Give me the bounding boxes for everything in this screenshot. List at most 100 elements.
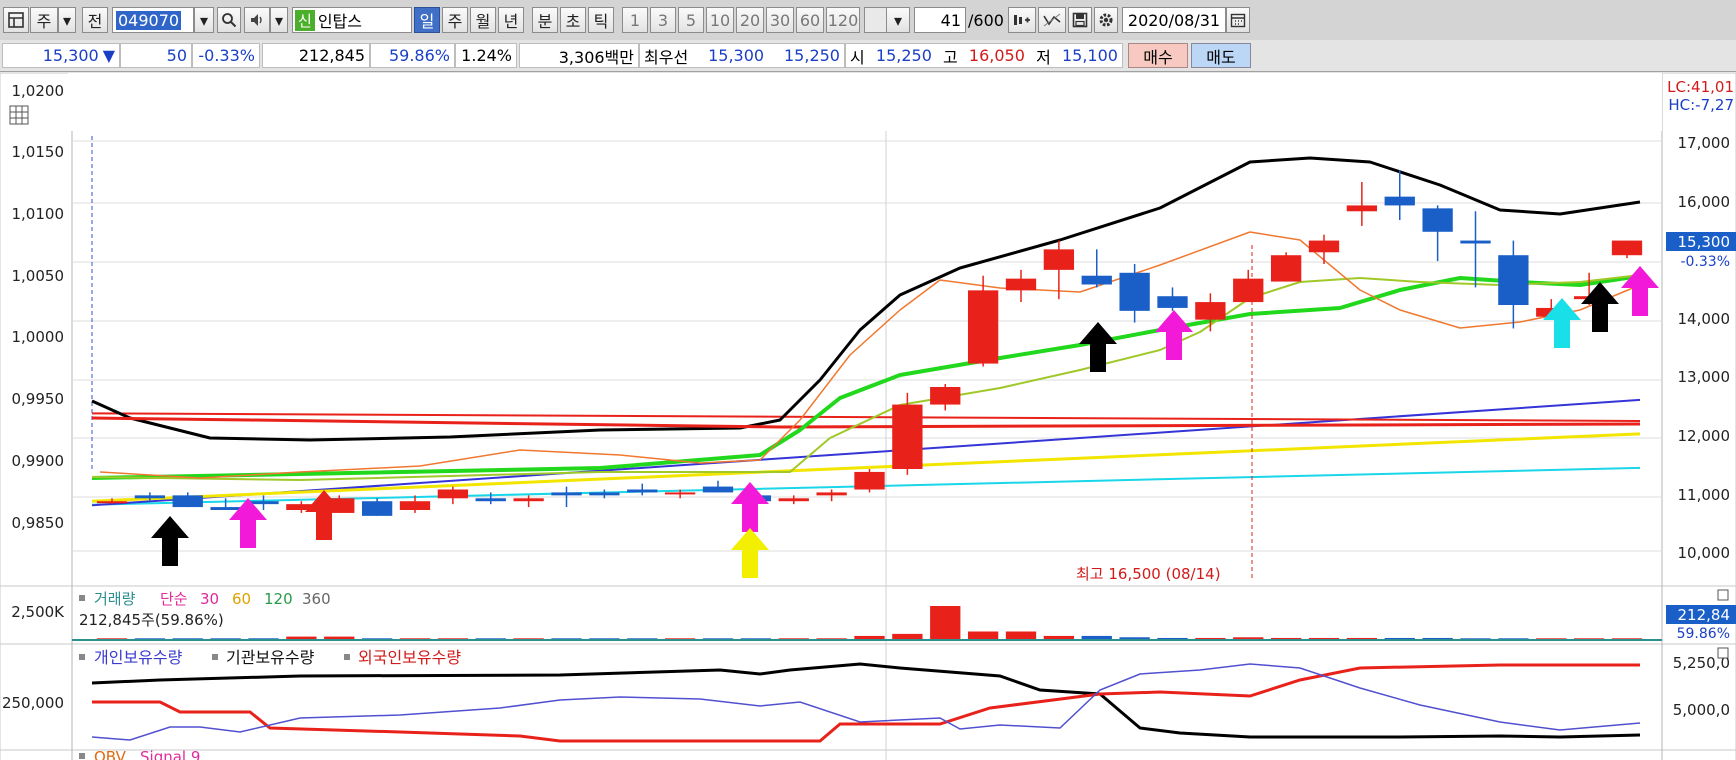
interval-10-label: 10 bbox=[709, 10, 731, 30]
calendar-icon[interactable] bbox=[1226, 7, 1250, 33]
candle-body bbox=[1422, 208, 1453, 232]
custom-interval-dropdown-icon[interactable]: ▾ bbox=[886, 7, 910, 33]
right-axis-label: 17,000 bbox=[1678, 134, 1731, 152]
volume-panel bbox=[0, 585, 1736, 645]
legend-marker bbox=[79, 753, 85, 759]
tab-minute[interactable]: 분 bbox=[532, 7, 558, 33]
candle-body bbox=[1081, 275, 1112, 285]
volume-bar bbox=[930, 606, 961, 640]
speaker-icon[interactable] bbox=[244, 7, 270, 33]
trade-volume-value: 212,845 bbox=[298, 46, 365, 65]
low-label: 저 bbox=[1036, 47, 1051, 67]
stock-name-field[interactable]: 신 인탑스 bbox=[292, 7, 412, 33]
candle-body bbox=[210, 507, 241, 510]
candle-body bbox=[172, 495, 203, 508]
buy-button-label: 매수 bbox=[1143, 47, 1173, 67]
period-kind-dropdown-icon[interactable]: ▾ bbox=[58, 7, 76, 33]
high-price: 16,050 bbox=[968, 46, 1025, 65]
price-change-value: 50 bbox=[166, 46, 187, 65]
volume-ma-120: 120 bbox=[264, 590, 293, 608]
change-arrow-icon: ▼ bbox=[102, 46, 115, 65]
candle-body bbox=[1157, 296, 1188, 308]
interval-60-label: 60 bbox=[799, 10, 821, 30]
right-axis-label: 16,000 bbox=[1678, 193, 1731, 211]
left-axis-label: 0,9850 bbox=[12, 514, 65, 532]
interval-20[interactable]: 20 bbox=[736, 7, 764, 33]
stock-code-dropdown-icon[interactable]: ▾ bbox=[194, 7, 214, 33]
tab-day-label: 일 bbox=[419, 12, 435, 31]
interval-5[interactable]: 5 bbox=[678, 7, 704, 33]
interval-30[interactable]: 30 bbox=[766, 7, 794, 33]
obv-panel bbox=[0, 749, 1736, 760]
interval-30-label: 30 bbox=[769, 10, 791, 30]
holding-panel-close-icon[interactable] bbox=[1717, 647, 1729, 659]
period-kind-select[interactable]: 주 bbox=[30, 7, 58, 33]
volume-bar bbox=[1005, 631, 1037, 640]
candle-body bbox=[399, 501, 431, 510]
volume-tag-value: 212,84 bbox=[1678, 606, 1731, 624]
interval-60[interactable]: 60 bbox=[796, 7, 824, 33]
volume-panel-close-icon[interactable] bbox=[1717, 589, 1729, 601]
data-count-input[interactable]: 41 bbox=[914, 7, 966, 33]
tab-tick-label: 틱 bbox=[593, 12, 609, 31]
indicator-add-icon[interactable] bbox=[1008, 7, 1036, 33]
lc-label: LC:41,01 bbox=[1667, 78, 1734, 96]
table-icon[interactable] bbox=[9, 105, 29, 125]
tab-month[interactable]: 월 bbox=[470, 7, 496, 33]
tab-tick[interactable]: 틱 bbox=[588, 7, 614, 33]
candle-body bbox=[1195, 302, 1226, 320]
candle-body bbox=[1270, 255, 1302, 282]
ohl-prices: 시 15,250 고 16,050 저 15,100 bbox=[845, 43, 1123, 68]
sell-button[interactable]: 매도 bbox=[1191, 43, 1251, 68]
prev-label: 전 bbox=[87, 12, 103, 31]
candle-body bbox=[1346, 205, 1378, 212]
interval-120[interactable]: 120 bbox=[826, 7, 860, 33]
speaker-dropdown-icon[interactable]: ▾ bbox=[270, 7, 288, 33]
candle-body bbox=[96, 501, 128, 504]
hc-label: HC:-7,27 bbox=[1668, 96, 1734, 114]
obv-signal-legend: Signal 9 bbox=[140, 748, 200, 760]
buy-button[interactable]: 매수 bbox=[1128, 43, 1188, 68]
tab-day[interactable]: 일 bbox=[414, 7, 440, 33]
chart-canvas[interactable]: 1,0200 1,0150 1,0100 1,0050 1,0000 0,995… bbox=[0, 72, 1736, 760]
holding-left-axis-label: 250,000 bbox=[2, 694, 64, 712]
volume-legend-simple: 단순 bbox=[160, 590, 188, 608]
trendline-icon[interactable] bbox=[1038, 7, 1066, 33]
candle-body bbox=[854, 471, 885, 490]
volume-ratio: 59.86% bbox=[370, 43, 455, 68]
save-icon[interactable] bbox=[1068, 7, 1092, 33]
price-change: 50 bbox=[120, 43, 192, 68]
candle-body bbox=[1005, 278, 1037, 291]
best-quote-label: 최우선 bbox=[644, 47, 689, 67]
date-input[interactable]: 2020/08/31 bbox=[1122, 7, 1226, 33]
candle-body bbox=[1119, 272, 1150, 311]
best-quote: 최우선 15,300 15,250 bbox=[639, 43, 845, 68]
candle-body bbox=[892, 404, 923, 469]
right-axis-label: 13,000 bbox=[1678, 368, 1731, 386]
candle-body bbox=[1460, 240, 1491, 244]
search-icon[interactable] bbox=[217, 7, 241, 33]
chart-menu-icon[interactable] bbox=[3, 7, 29, 33]
tab-second[interactable]: 초 bbox=[560, 7, 586, 33]
volume-ma-360: 360 bbox=[302, 590, 331, 608]
candle-body bbox=[930, 387, 961, 405]
holding-right-axis-label: 5,000,0 bbox=[1673, 701, 1730, 719]
interval-3[interactable]: 3 bbox=[650, 7, 676, 33]
high-label: 고 bbox=[943, 47, 958, 67]
tab-week[interactable]: 주 bbox=[442, 7, 468, 33]
candle-body bbox=[589, 492, 620, 496]
candle-body bbox=[967, 290, 999, 364]
stock-code-value: 049070 bbox=[116, 10, 182, 30]
candle-body bbox=[664, 492, 696, 495]
max-price-note: 최고 16,500 (08/14) bbox=[1076, 565, 1221, 583]
credit-badge: 신 bbox=[295, 9, 315, 31]
prev-button[interactable]: 전 bbox=[82, 7, 108, 33]
tab-year[interactable]: 년 bbox=[498, 7, 524, 33]
interval-1[interactable]: 1 bbox=[622, 7, 648, 33]
open-label: 시 bbox=[850, 47, 865, 67]
gear-icon[interactable] bbox=[1094, 7, 1118, 33]
interval-10[interactable]: 10 bbox=[706, 7, 734, 33]
left-axis-label: 0,9900 bbox=[12, 452, 65, 470]
stock-code-input[interactable]: 049070 bbox=[112, 7, 194, 33]
left-axis-label: 1,0100 bbox=[12, 205, 65, 223]
